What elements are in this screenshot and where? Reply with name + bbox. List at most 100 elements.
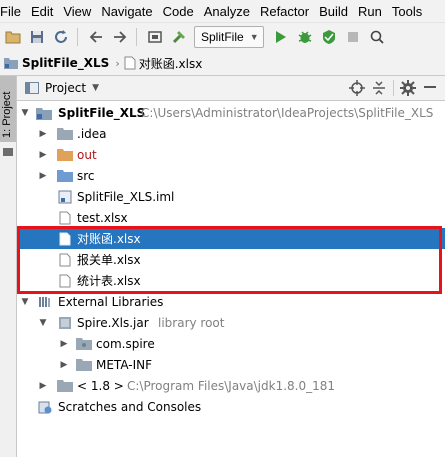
chevron-down-icon[interactable]: ▼ (38, 318, 48, 328)
tree-item-label: 统计表.xlsx (77, 274, 141, 288)
file-icon (124, 56, 136, 70)
tree-item-label: out (77, 147, 97, 162)
tree-item-jdk[interactable]: ▶ < 1.8 > C:\Program Files\Java\jdk1.8.0… (17, 375, 445, 396)
folder-icon (76, 357, 92, 373)
tree-item-file[interactable]: 报关单.xlsx (17, 249, 445, 270)
tree-item-label: SplitFile_XLS (58, 105, 146, 120)
project-panel-title: Project (45, 81, 87, 95)
tree-item-label: 报关单.xlsx (77, 253, 141, 267)
package-folder-icon (76, 336, 92, 352)
breadcrumb-file[interactable]: 对账函.xlsx (124, 55, 203, 72)
chevron-down-icon[interactable]: ▼ (20, 297, 30, 307)
menu-edit[interactable]: Edit (27, 4, 59, 19)
menu-file[interactable]: File (0, 4, 27, 19)
build-hammer-icon[interactable] (168, 26, 190, 48)
tree-item-label: External Libraries (58, 294, 164, 309)
library-icon (37, 294, 53, 310)
menu-view[interactable]: View (59, 4, 97, 19)
collapse-all-icon[interactable] (368, 78, 390, 98)
tree-item-note: library root (158, 315, 225, 330)
menu-refactor[interactable]: Refactor (256, 4, 315, 19)
chevron-right-icon[interactable]: ▶ (59, 360, 69, 370)
tree-item-folder[interactable]: ▶ META-INF (17, 354, 445, 375)
folder-open-icon[interactable] (2, 26, 24, 48)
chevron-right-icon[interactable]: ▶ (38, 171, 48, 181)
menu-navigate[interactable]: Navigate (97, 4, 158, 19)
menu-build[interactable]: Build (315, 4, 354, 19)
tree-item-out-folder[interactable]: ▶ out (17, 144, 445, 165)
debug-icon[interactable] (294, 26, 316, 48)
project-header-actions (346, 78, 441, 98)
file-icon (57, 231, 73, 247)
toolbar-separator (77, 28, 78, 46)
run-icon[interactable] (270, 26, 292, 48)
project-window-icon (25, 82, 39, 94)
module-file-icon (57, 189, 73, 205)
chevron-right-icon[interactable]: ▶ (38, 150, 48, 160)
tree-item-file[interactable]: test.xlsx (17, 207, 445, 228)
tree-item-project-root[interactable]: ▼ SplitFile_XLS C:\Users\Administrator\I… (17, 102, 445, 123)
chevron-right-icon[interactable]: ▶ (38, 129, 48, 139)
tree-item-src-folder[interactable]: ▶ src (17, 165, 445, 186)
tree-item-package[interactable]: ▶ com.spire (17, 333, 445, 354)
tree-item-scratches[interactable]: Scratches and Consoles (17, 396, 445, 417)
search-icon[interactable] (366, 26, 388, 48)
chevron-down-icon: ▼ (249, 32, 259, 42)
run-config-label: SplitFile (201, 30, 244, 44)
breadcrumb-project[interactable]: SplitFile_XLS (4, 56, 109, 70)
chevron-down-icon: ▼ (92, 83, 99, 93)
source-folder-icon (57, 168, 73, 184)
project-tool-tab[interactable]: 1: Project (0, 76, 16, 142)
sync-icon[interactable] (50, 26, 72, 48)
jdk-folder-icon (57, 378, 73, 394)
tree-item-iml-file[interactable]: SplitFile_XLS.iml (17, 186, 445, 207)
jar-icon (57, 315, 73, 331)
gear-icon[interactable] (397, 78, 419, 98)
back-arrow-icon[interactable] (85, 26, 107, 48)
tree-item-label: src (77, 168, 95, 183)
tree-item-label: 对账函.xlsx (77, 232, 141, 246)
tree-item-external-libraries[interactable]: ▼ External Libraries (17, 291, 445, 312)
tree-item-label: Scratches and Consoles (58, 399, 202, 414)
tree-item-file-selected[interactable]: 对账函.xlsx (17, 228, 445, 249)
tree-item-label: Spire.Xls.jar (77, 315, 149, 330)
tree-item-label: com.spire (96, 336, 155, 351)
forward-arrow-icon[interactable] (109, 26, 131, 48)
hide-panel-icon[interactable] (419, 78, 441, 98)
chevron-right-icon[interactable]: ▶ (59, 339, 69, 349)
locate-target-icon[interactable] (346, 78, 368, 98)
tree-item-file[interactable]: 统计表.xlsx (17, 270, 445, 291)
breadcrumb-file-label: 对账函.xlsx (138, 56, 203, 71)
main-toolbar: SplitFile ▼ (0, 22, 445, 52)
frame-icon[interactable] (144, 26, 166, 48)
chevron-right-icon[interactable]: ▶ (38, 381, 48, 391)
tree-item-path: C:\Users\Administrator\IdeaProjects\Spli… (141, 105, 434, 120)
structure-icon[interactable] (3, 148, 13, 156)
chevron-down-icon[interactable]: ▼ (20, 108, 30, 118)
tree-item-label: SplitFile_XLS.iml (77, 189, 175, 204)
header-separator (393, 80, 394, 96)
folder-icon (57, 126, 73, 142)
tree-item-label: .idea (77, 126, 107, 141)
chevron-right-icon: › (115, 56, 120, 70)
coverage-icon[interactable] (318, 26, 340, 48)
project-view-selector[interactable]: Project ▼ (25, 81, 99, 95)
menu-code[interactable]: Code (159, 4, 200, 19)
breadcrumb: SplitFile_XLS › 对账函.xlsx (0, 51, 445, 76)
menu-bar: File Edit View Navigate Code Analyze Ref… (0, 0, 445, 22)
tree-item-path: C:\Program Files\Java\jdk1.8.0_181 (127, 378, 336, 393)
tree-item-idea-folder[interactable]: ▶ .idea (17, 123, 445, 144)
stop-icon[interactable] (342, 26, 364, 48)
toolbar-separator (136, 28, 137, 46)
save-icon[interactable] (26, 26, 48, 48)
menu-run[interactable]: Run (354, 4, 388, 19)
file-icon (57, 210, 73, 226)
breadcrumb-project-label: SplitFile_XLS (22, 56, 110, 70)
menu-analyze[interactable]: Analyze (200, 4, 256, 19)
module-folder-icon (36, 105, 52, 121)
excluded-folder-icon (57, 147, 73, 163)
tree-item-jar[interactable]: ▼ Spire.Xls.jar library root (17, 312, 445, 333)
run-config-select[interactable]: SplitFile ▼ (194, 26, 264, 48)
tree-item-label: test.xlsx (77, 210, 128, 225)
menu-tools[interactable]: Tools (388, 4, 428, 19)
